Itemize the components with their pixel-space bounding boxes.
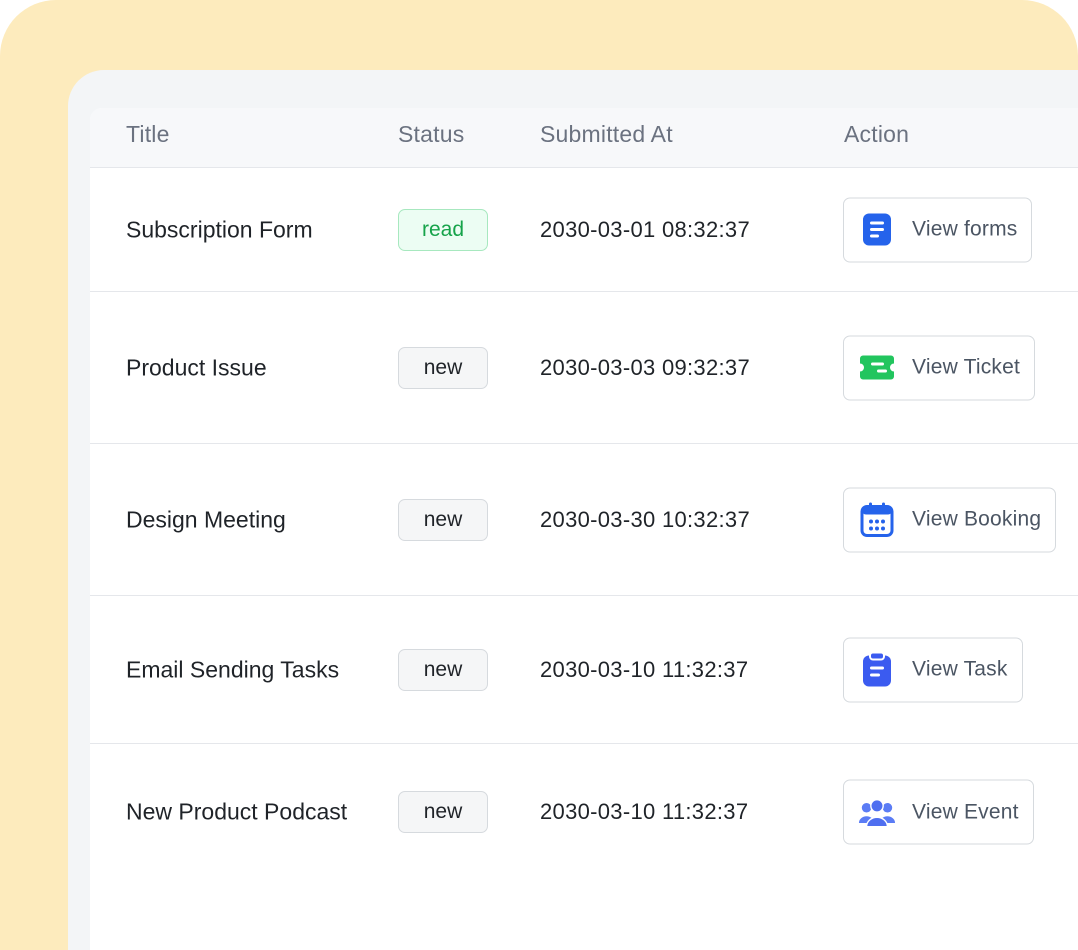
submissions-table: Title Status Submitted At Action Subscri… bbox=[90, 108, 1078, 950]
clipboard-icon bbox=[858, 651, 896, 689]
column-header-action: Action bbox=[844, 121, 910, 147]
status-badge: read bbox=[398, 208, 488, 251]
table-row: Design Meeting new 2030-03-30 10:32:37 V… bbox=[90, 444, 1078, 596]
calendar-icon bbox=[858, 501, 896, 539]
users-icon bbox=[858, 793, 896, 831]
table-row: New Product Podcast new 2030-03-10 11:32… bbox=[90, 744, 1078, 880]
view-event-button[interactable]: View Event bbox=[843, 779, 1034, 845]
submitted-at: 2030-03-30 10:32:37 bbox=[540, 506, 750, 532]
status-badge: new bbox=[398, 791, 488, 833]
row-title: Subscription Form bbox=[126, 216, 313, 242]
ticket-icon bbox=[858, 349, 896, 387]
table-header: Title Status Submitted At Action bbox=[90, 108, 1078, 168]
action-label: View Task bbox=[912, 657, 1008, 681]
table-row: Product Issue new 2030-03-03 09:32:37 Vi… bbox=[90, 292, 1078, 444]
action-label: View Ticket bbox=[912, 355, 1021, 379]
row-title: New Product Podcast bbox=[126, 798, 348, 825]
view-task-button[interactable]: View Task bbox=[843, 637, 1023, 702]
submitted-at: 2030-03-10 11:32:37 bbox=[540, 656, 749, 682]
view-forms-button[interactable]: View forms bbox=[843, 197, 1033, 262]
view-ticket-button[interactable]: View Ticket bbox=[843, 335, 1036, 400]
row-title: Product Issue bbox=[126, 354, 267, 380]
action-label: View forms bbox=[912, 217, 1018, 241]
row-title: Design Meeting bbox=[126, 506, 286, 532]
status-badge: new bbox=[398, 498, 488, 541]
status-badge: new bbox=[398, 346, 488, 389]
column-header-title: Title bbox=[126, 121, 170, 147]
table-row: Email Sending Tasks new 2030-03-10 11:32… bbox=[90, 596, 1078, 744]
status-badge: new bbox=[398, 648, 488, 691]
action-label: View Event bbox=[912, 800, 1019, 823]
submitted-at: 2030-03-10 11:32:37 bbox=[540, 799, 749, 824]
column-header-submitted-at: Submitted At bbox=[540, 121, 673, 147]
table-row: Subscription Form read 2030-03-01 08:32:… bbox=[90, 168, 1078, 292]
column-header-status: Status bbox=[398, 121, 465, 147]
row-title: Email Sending Tasks bbox=[126, 656, 340, 682]
document-icon bbox=[858, 211, 896, 249]
submitted-at: 2030-03-03 09:32:37 bbox=[540, 354, 750, 380]
action-label: View Booking bbox=[912, 507, 1042, 531]
submitted-at: 2030-03-01 08:32:37 bbox=[540, 216, 750, 242]
view-booking-button[interactable]: View Booking bbox=[843, 487, 1057, 552]
